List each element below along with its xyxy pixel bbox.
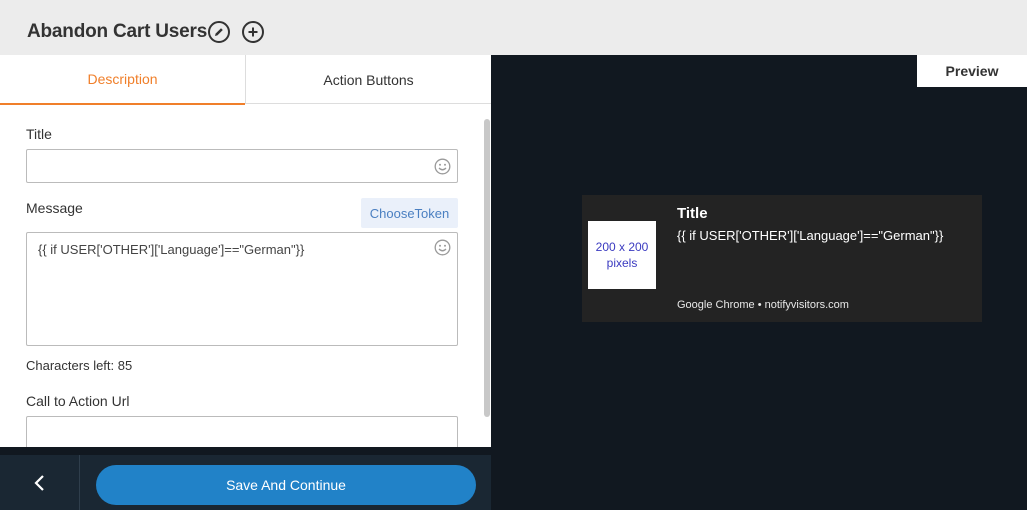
preview-label: Preview	[917, 55, 1027, 87]
message-text: {{ if USER['OTHER']['Language']=="German…	[38, 242, 305, 257]
cta-url-label: Call to Action Url	[26, 393, 130, 409]
tab-action-buttons[interactable]: Action Buttons	[245, 55, 491, 104]
message-textarea[interactable]: {{ if USER['OTHER']['Language']=="German…	[26, 232, 458, 346]
scrollbar[interactable]	[484, 119, 490, 417]
cta-url-input[interactable]	[26, 416, 458, 447]
notification-image-placeholder: 200 x 200 pixels	[588, 221, 656, 289]
plus-icon	[248, 27, 258, 37]
title-label: Title	[26, 126, 52, 142]
back-button[interactable]	[0, 455, 80, 510]
page-header: Abandon Cart Users	[0, 0, 1027, 55]
characters-left: Characters left: 85	[26, 358, 133, 373]
notification-preview: 200 x 200 pixels Title {{ if USER['OTHER…	[582, 195, 982, 322]
footer-bar: Save And Continue	[0, 455, 491, 510]
add-button[interactable]	[242, 21, 264, 43]
save-and-continue-button[interactable]: Save And Continue	[96, 465, 476, 505]
page-title: Abandon Cart Users	[27, 21, 208, 42]
title-input[interactable]	[26, 149, 458, 183]
tab-description[interactable]: Description	[0, 55, 245, 105]
edit-button[interactable]	[208, 21, 230, 43]
editor-panel: Description Action Buttons Title Message…	[0, 55, 491, 447]
tab-bar: Description Action Buttons	[0, 55, 491, 105]
pencil-icon	[215, 28, 223, 36]
notification-message: {{ if USER['OTHER']['Language']=="German…	[677, 228, 944, 243]
chevron-left-icon	[33, 474, 44, 491]
choose-token-button[interactable]: ChooseToken	[361, 198, 458, 228]
emoji-icon[interactable]	[434, 239, 451, 256]
notification-source: Google Chrome • notifyvisitors.com	[677, 299, 849, 311]
emoji-icon[interactable]	[434, 158, 451, 175]
notification-title: Title	[677, 205, 708, 222]
message-label: Message	[26, 200, 83, 216]
